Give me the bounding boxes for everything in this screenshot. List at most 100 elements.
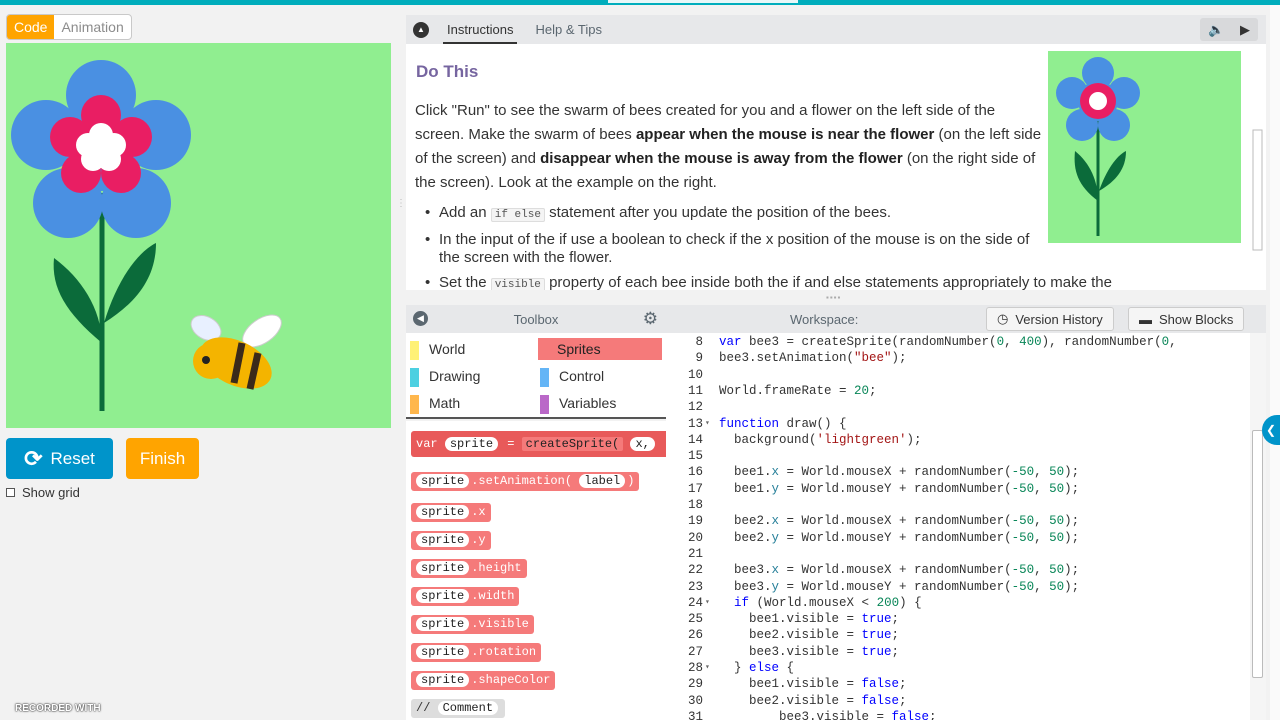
sprite-height-block[interactable]: sprite .height bbox=[411, 559, 527, 578]
category-sprites[interactable]: Sprites bbox=[538, 338, 662, 360]
mode-toggle[interactable]: Code Animation bbox=[6, 14, 132, 40]
line-number: 12 bbox=[687, 400, 703, 415]
sprite-y-block[interactable]: sprite .y bbox=[411, 531, 491, 550]
set-animation-block[interactable]: sprite .setAnimation( label) bbox=[411, 472, 640, 491]
tab-instructions[interactable]: Instructions bbox=[443, 15, 518, 44]
code-text: World.frameRate = 20; bbox=[719, 383, 877, 398]
code-text: bee3.visible = true; bbox=[719, 644, 900, 659]
code-line[interactable]: 18 bbox=[666, 497, 1250, 513]
code-line[interactable]: 28 ▾ } else { bbox=[666, 660, 1250, 676]
sprite-shapecolor-block[interactable]: sprite .shapeColor bbox=[411, 671, 556, 690]
code-text: bee2.y = World.mouseY + randomNumber(-50… bbox=[719, 530, 1080, 545]
list-item: Set the visible property of each bee ins… bbox=[425, 274, 1225, 290]
code-line[interactable]: 20 bee2.y = World.mouseY + randomNumber(… bbox=[666, 530, 1250, 546]
toolbox-title: Toolbox bbox=[513, 311, 559, 327]
reset-label: Reset bbox=[50, 448, 95, 468]
back-icon[interactable]: ◀ bbox=[413, 311, 428, 326]
line-number: 28 bbox=[687, 661, 703, 675]
code-line[interactable]: 16 bee1.x = World.mouseX + randomNumber(… bbox=[666, 464, 1250, 480]
code-line[interactable]: 23 bee3.y = World.mouseY + randomNumber(… bbox=[666, 579, 1250, 595]
code-line[interactable]: 26 bee2.visible = true; bbox=[666, 627, 1250, 643]
collapse-icon[interactable]: ▲ bbox=[413, 21, 429, 38]
fold-arrow-icon[interactable]: ▾ bbox=[705, 660, 710, 676]
code-text: bee1.visible = false; bbox=[719, 677, 907, 692]
code-line[interactable]: 10 bbox=[666, 367, 1250, 383]
line-number: 29 bbox=[687, 677, 703, 692]
code-line[interactable]: 12 bbox=[666, 399, 1250, 415]
code-line[interactable]: 13 ▾ function draw() { bbox=[666, 416, 1250, 432]
code-text: background('lightgreen'); bbox=[719, 432, 922, 447]
speaker-icon[interactable]: 🔈 bbox=[1208, 22, 1224, 38]
code-line[interactable]: 29 bee1.visible = false; bbox=[666, 676, 1250, 692]
sprite-visible-block[interactable]: sprite .visible bbox=[411, 615, 534, 634]
show-grid-checkbox[interactable] bbox=[6, 488, 15, 497]
category-drawing[interactable]: Drawing bbox=[406, 365, 534, 387]
animation-mode-tab[interactable]: Animation bbox=[54, 15, 130, 39]
code-text: bee2.visible = true; bbox=[719, 628, 900, 643]
code-line[interactable]: 31 bee3.visible = false; bbox=[666, 709, 1250, 720]
create-sprite-block[interactable]: var sprite = createSprite( x, bbox=[411, 431, 666, 457]
show-grid-label: Show grid bbox=[22, 485, 80, 500]
sprite-x-block[interactable]: sprite .x bbox=[411, 503, 491, 522]
line-number: 8 bbox=[695, 335, 703, 349]
code-text: bee2.visible = false; bbox=[719, 693, 907, 708]
code-line[interactable]: 19 bee2.x = World.mouseX + randomNumber(… bbox=[666, 513, 1250, 529]
sprite-rotation-block[interactable]: sprite .rotation bbox=[411, 643, 542, 662]
category-math[interactable]: Math bbox=[406, 392, 534, 414]
code-text: bee1.y = World.mouseY + randomNumber(-50… bbox=[719, 481, 1080, 496]
code-line[interactable]: 21 bbox=[666, 546, 1250, 562]
toolbox-header: ◀ Toolbox ⚙ bbox=[406, 305, 666, 333]
recording-watermark: RECORDED WITH bbox=[15, 703, 101, 714]
tab-help-tips[interactable]: Help & Tips bbox=[535, 15, 601, 44]
show-grid-toggle[interactable]: Show grid bbox=[6, 485, 80, 500]
reset-button[interactable]: ⟳ Reset bbox=[6, 438, 113, 479]
fold-arrow-icon[interactable]: ▾ bbox=[705, 416, 710, 432]
audio-controls: 🔈 ▶ bbox=[1200, 18, 1258, 41]
flower-icon bbox=[11, 60, 191, 238]
top-accent-bar bbox=[0, 0, 1280, 5]
line-number: 16 bbox=[687, 465, 703, 480]
code-line[interactable]: 24 ▾ if (World.mouseX < 200) { bbox=[666, 595, 1250, 611]
code-line[interactable]: 22 bee3.x = World.mouseX + randomNumber(… bbox=[666, 562, 1250, 578]
code-line[interactable]: 14 background('lightgreen'); bbox=[666, 432, 1250, 448]
code-line[interactable]: 30 bee2.visible = false; bbox=[666, 693, 1250, 709]
comment-block[interactable]: // Comment bbox=[411, 699, 506, 718]
version-history-button[interactable]: ◷ Version History bbox=[986, 307, 1114, 331]
code-line[interactable]: 11 World.frameRate = 20; bbox=[666, 383, 1250, 399]
code-line[interactable]: 9 bee3.setAnimation("bee"); bbox=[666, 350, 1250, 366]
gear-icon[interactable]: ⚙ bbox=[643, 309, 658, 329]
line-number: 30 bbox=[687, 693, 703, 708]
reset-icon: ⟳ bbox=[24, 445, 43, 471]
code-line[interactable]: 8 var bee3 = createSprite(randomNumber(0,… bbox=[666, 334, 1250, 350]
editor-scrollbar[interactable] bbox=[1250, 333, 1266, 720]
code-text: bee1.x = World.mouseX + randomNumber(-50… bbox=[719, 465, 1080, 480]
play-icon[interactable]: ▶ bbox=[1240, 22, 1250, 38]
line-number: 27 bbox=[687, 644, 703, 659]
instructions-header: ▲ Instructions Help & Tips 🔈 ▶ bbox=[406, 15, 1266, 44]
category-control[interactable]: Control bbox=[536, 365, 662, 387]
code-line[interactable]: 25 bee1.visible = true; bbox=[666, 611, 1250, 627]
code-line[interactable]: 15 bbox=[666, 448, 1250, 464]
list-item: In the input of the if use a boolean to … bbox=[425, 231, 1045, 267]
code-text: } else { bbox=[719, 661, 795, 675]
split-handle[interactable]: ▪▪▪▪ bbox=[826, 293, 841, 302]
game-stage[interactable] bbox=[6, 43, 391, 428]
code-mode-tab[interactable]: Code bbox=[7, 15, 55, 39]
line-number: 18 bbox=[687, 498, 703, 512]
code-text: bee2.x = World.mouseX + randomNumber(-50… bbox=[719, 514, 1080, 529]
code-editor[interactable]: 8 var bee3 = createSprite(randomNumber(0,… bbox=[666, 333, 1250, 720]
sprite-width-block[interactable]: sprite .width bbox=[411, 587, 520, 606]
fold-arrow-icon[interactable]: ▾ bbox=[705, 595, 710, 611]
line-number: 14 bbox=[687, 432, 703, 447]
finish-button[interactable]: Finish bbox=[126, 438, 199, 479]
show-blocks-button[interactable]: ▬ Show Blocks bbox=[1128, 307, 1245, 331]
panel-resize-handle[interactable]: ⋮ bbox=[396, 198, 406, 218]
line-number: 31 bbox=[687, 709, 703, 720]
code-line[interactable]: 27 bee3.visible = true; bbox=[666, 644, 1250, 660]
code-line[interactable]: 17 bee1.y = World.mouseY + randomNumber(… bbox=[666, 481, 1250, 497]
flower-and-bee-canvas bbox=[11, 60, 282, 411]
instructions-scrollbar[interactable] bbox=[1251, 50, 1264, 287]
category-variables[interactable]: Variables bbox=[536, 392, 662, 414]
instructions-body: Do This Click "Run" to see the swarm of … bbox=[406, 44, 1266, 290]
category-world[interactable]: World bbox=[406, 338, 534, 360]
